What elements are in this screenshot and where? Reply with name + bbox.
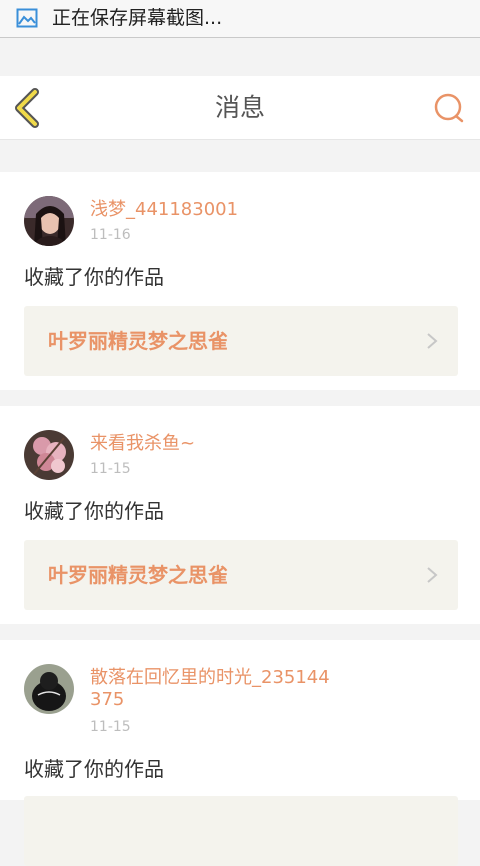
message-date: 11-16: [90, 227, 131, 243]
work-link[interactable]: 叶罗丽精灵梦之思雀: [24, 306, 458, 376]
message-date: 11-15: [90, 719, 131, 735]
message-date: 11-15: [90, 461, 131, 477]
notification-text: 正在保存屏幕截图...: [52, 7, 223, 29]
work-title: 叶罗丽精灵梦之思雀: [48, 563, 228, 587]
work-title: 叶罗丽精灵梦之思雀: [48, 329, 228, 353]
message-action: 收藏了你的作品: [24, 265, 164, 289]
message-card: 浅梦_441183001 11-16 收藏了你的作品 叶罗丽精灵梦之思雀: [0, 172, 480, 390]
image-icon: [16, 8, 38, 28]
search-icon: [434, 93, 464, 123]
avatar[interactable]: [24, 196, 74, 246]
page-title: 消息: [214, 93, 265, 122]
username[interactable]: 来看我杀鱼~: [90, 433, 330, 455]
search-button[interactable]: [428, 86, 472, 130]
chevron-right-icon: [427, 333, 438, 349]
avatar[interactable]: [24, 430, 74, 480]
status-bar: 正在保存屏幕截图...: [0, 0, 480, 38]
avatar-image: [24, 196, 74, 246]
avatar[interactable]: [24, 664, 74, 714]
username[interactable]: 散落在回忆里的时光_235144375: [90, 667, 330, 711]
avatar-image: [24, 664, 74, 714]
work-link[interactable]: 叶罗丽精灵梦之思雀: [24, 540, 458, 610]
nav-bar: 消息: [0, 76, 480, 140]
message-card: 来看我杀鱼~ 11-15 收藏了你的作品 叶罗丽精灵梦之思雀: [0, 406, 480, 624]
message-action: 收藏了你的作品: [24, 499, 164, 523]
message-card: 散落在回忆里的时光_235144375 11-15 收藏了你的作品: [0, 640, 480, 866]
message-action: 收藏了你的作品: [24, 757, 164, 781]
username[interactable]: 浅梦_441183001: [90, 199, 330, 221]
chevron-right-icon: [427, 567, 438, 583]
avatar-image: [24, 430, 74, 480]
work-link[interactable]: [24, 796, 458, 866]
